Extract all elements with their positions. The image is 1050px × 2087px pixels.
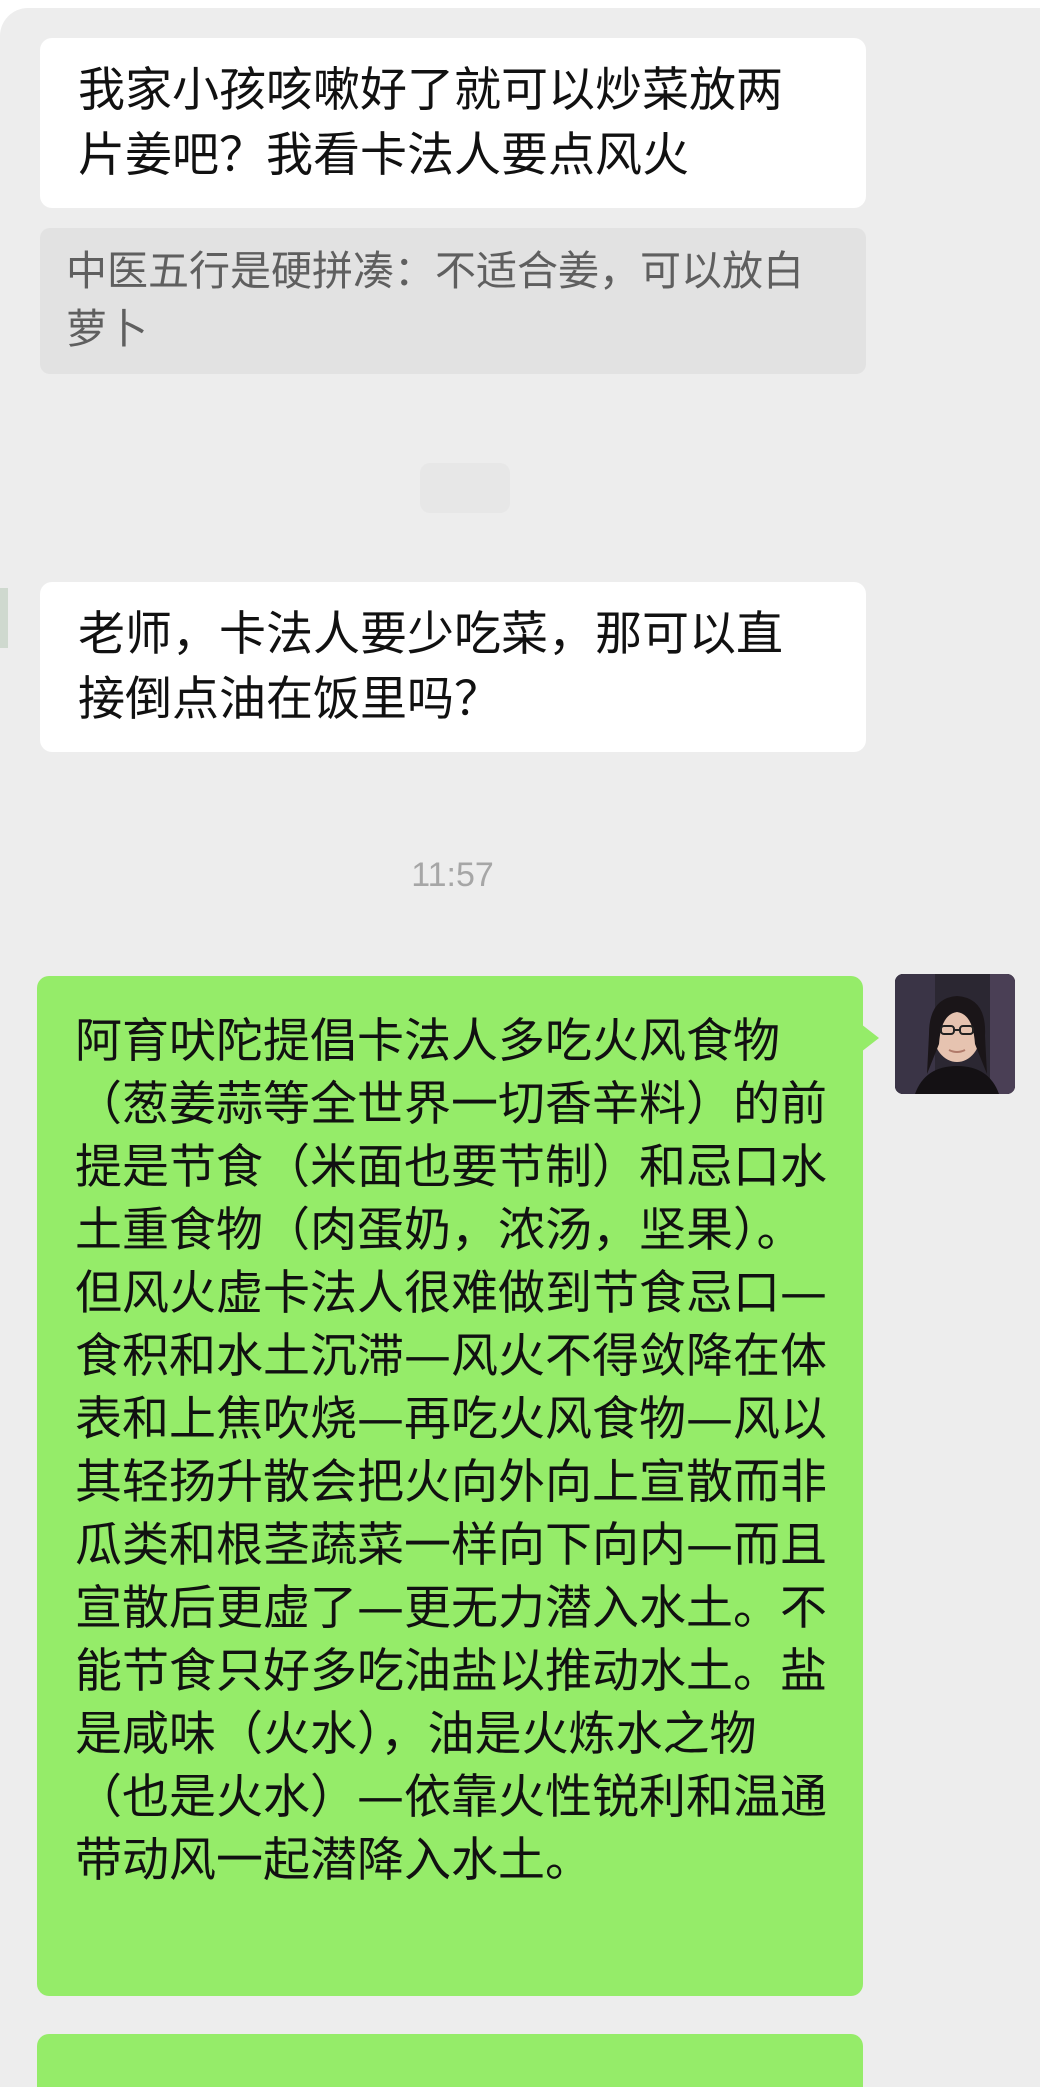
- incoming-message-bubble[interactable]: 我家小孩咳嗽好了就可以炒菜放两片姜吧？我看卡法人要点风火: [40, 38, 866, 208]
- message-timestamp: 11:57: [411, 856, 494, 894]
- chat-area[interactable]: 我家小孩咳嗽好了就可以炒菜放两片姜吧？我看卡法人要点风火 中医五行是硬拼凑：不适…: [0, 8, 1040, 2087]
- outgoing-message-bubble[interactable]: 阿育吠陀提倡卡法人多吃火风食物（葱姜蒜等全世界一切香辛料）的前提是节食（米面也要…: [37, 976, 879, 1996]
- outgoing-message-bubble-partial[interactable]: [37, 2034, 863, 2087]
- incoming-message-bubble[interactable]: 老师，卡法人要少吃菜，那可以直接倒点油在饭里吗？: [40, 582, 866, 752]
- avatar-edge: [0, 588, 8, 648]
- message-text: 我家小孩咳嗽好了就可以炒菜放两片姜吧？我看卡法人要点风火: [78, 63, 783, 183]
- message-text: 阿育吠陀提倡卡法人多吃火风食物（葱姜蒜等全世界一切香辛料）的前提是节食（米面也要…: [75, 1014, 827, 1888]
- quoted-reply-text: 中医五行是硬拼凑：不适合姜，可以放白萝卜: [66, 247, 804, 353]
- avatar-image: [895, 974, 1015, 1094]
- quoted-reply-block[interactable]: 中医五行是硬拼凑：不适合姜，可以放白萝卜: [40, 228, 866, 374]
- user-avatar[interactable]: [895, 974, 1015, 1094]
- blurred-label: [420, 463, 510, 513]
- message-text: 老师，卡法人要少吃菜，那可以直接倒点油在饭里吗？: [78, 607, 783, 727]
